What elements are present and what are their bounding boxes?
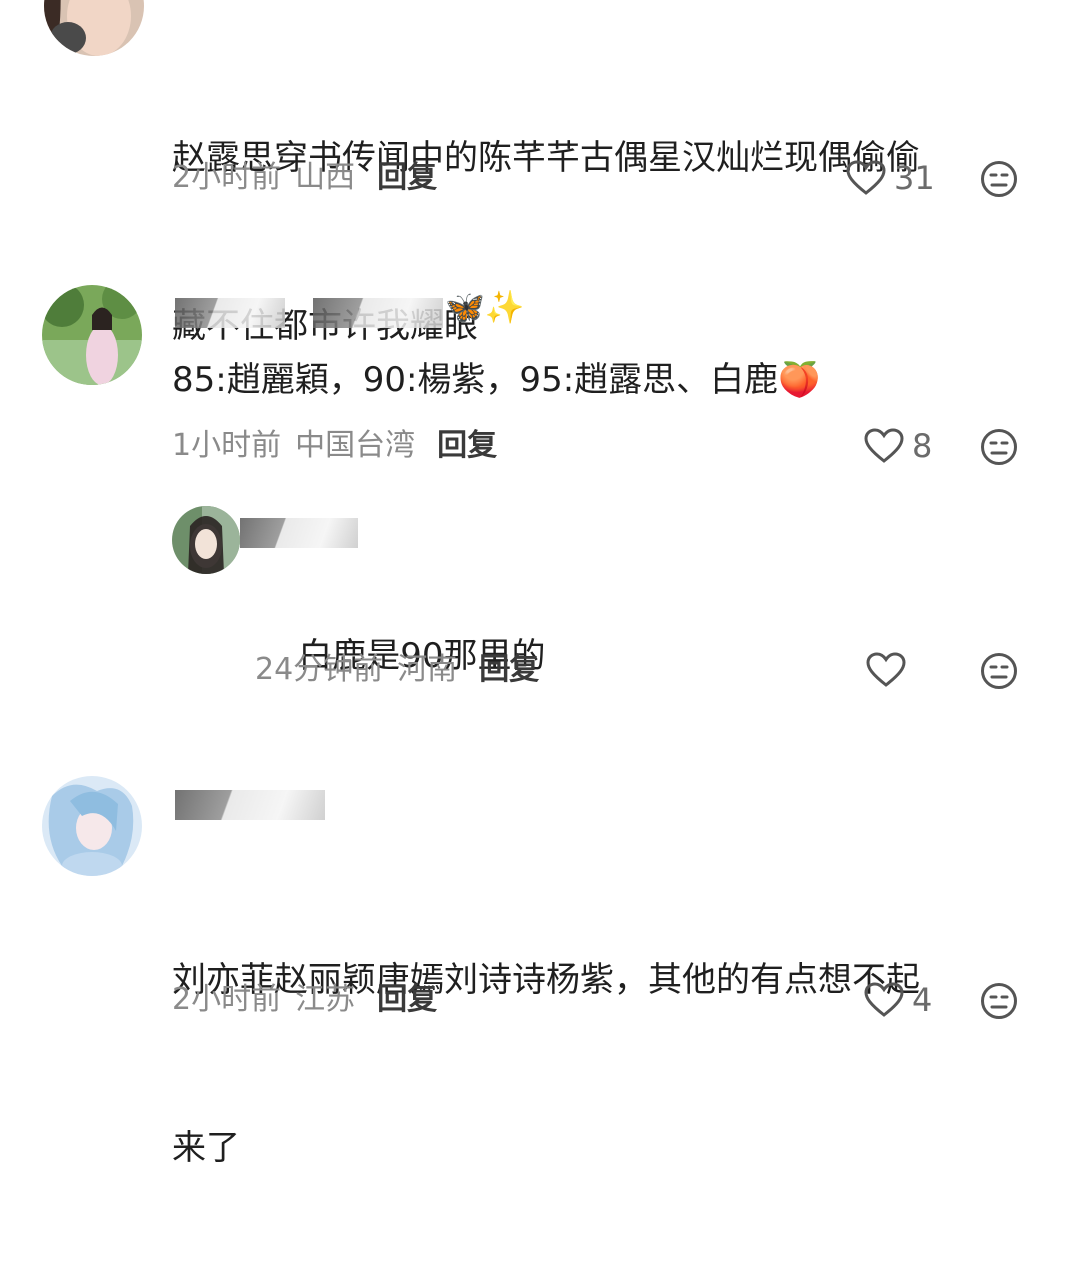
heart-outline-icon: [846, 160, 886, 195]
neutral-face-icon: [981, 653, 1017, 689]
time-text: 1小时前: [172, 428, 282, 463]
username[interactable]: [175, 786, 335, 822]
blurred-username: [313, 298, 443, 328]
dislike-button[interactable]: [980, 160, 1018, 202]
location-text: 中国台湾: [295, 428, 416, 463]
reply-button[interactable]: 回复: [377, 160, 437, 195]
crying-emoji: 🍑: [778, 360, 821, 400]
avatar[interactable]: [42, 285, 142, 385]
heart-outline-icon: [866, 652, 906, 687]
username[interactable]: [240, 516, 370, 552]
username-emoji: 🦋✨: [445, 288, 525, 326]
comment-text: 85:趙麗穎，90:楊紫，95:趙露思、白鹿🍑: [172, 360, 821, 400]
location-text: 山西: [295, 160, 356, 195]
blurred-username: [240, 518, 358, 548]
like-count: 4: [912, 981, 933, 1019]
dislike-button[interactable]: [980, 982, 1018, 1024]
like-button[interactable]: [866, 652, 914, 688]
avatar[interactable]: [172, 506, 240, 574]
reply-button[interactable]: 回复: [437, 428, 497, 463]
location-text: 河南: [397, 652, 458, 687]
like-count: 8: [912, 427, 933, 465]
dislike-button[interactable]: [980, 428, 1018, 470]
neutral-face-icon: [981, 161, 1017, 197]
location-text: 江苏: [295, 982, 356, 1017]
neutral-face-icon: [981, 429, 1017, 465]
username[interactable]: 🦋✨: [175, 288, 555, 330]
comment-text: 刘亦菲赵丽颖唐嫣刘诗诗杨紫，其他的有点想不起 来了: [172, 960, 920, 1168]
reply-button[interactable]: 回复: [377, 982, 437, 1017]
reply-button[interactable]: 回复: [479, 652, 539, 687]
like-button[interactable]: 31: [846, 158, 935, 198]
comment-meta: 24分钟前 河南 回复: [255, 650, 539, 690]
blurred-username: [175, 298, 285, 328]
avatar[interactable]: [44, 0, 144, 56]
heart-outline-icon: [864, 982, 904, 1017]
comment-meta: 1小时前 中国台湾 回复: [172, 426, 497, 466]
time-text: 2小时前: [172, 982, 282, 1017]
like-button[interactable]: 8: [864, 426, 932, 466]
avatar[interactable]: [42, 776, 142, 876]
like-count: 31: [894, 159, 935, 197]
comment-meta: 2小时前 山西 回复: [172, 158, 437, 198]
neutral-face-icon: [981, 983, 1017, 1019]
comment-meta: 2小时前 江苏 回复: [172, 980, 437, 1020]
dislike-button[interactable]: [980, 652, 1018, 694]
like-button[interactable]: 4: [864, 980, 932, 1020]
blurred-username: [175, 790, 325, 820]
time-text: 2小时前: [172, 160, 282, 195]
heart-outline-icon: [864, 428, 904, 463]
time-text: 24分钟前: [255, 652, 384, 687]
